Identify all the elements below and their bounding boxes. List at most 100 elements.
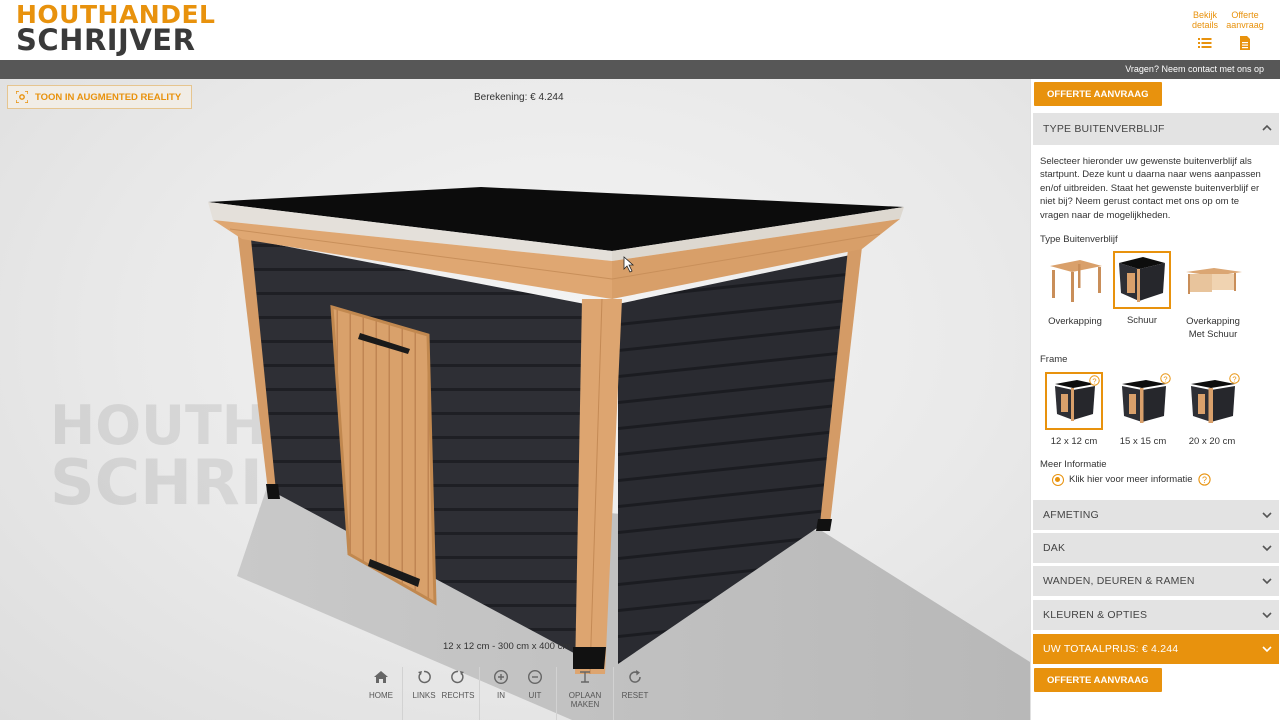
type-option-overkapping[interactable]: Overkapping [1045, 252, 1105, 328]
type-description: Selecteer hieronder uw gewenste buitenve… [1040, 156, 1261, 221]
document-icon [1240, 36, 1250, 50]
chevron-up-icon [1262, 124, 1272, 131]
configurator-viewport[interactable]: HOUTHANDEL SCHRIJVER TOON IN AUGMENTED R… [0, 79, 1030, 720]
frame-15x15-label: 15 x 15 cm [1119, 436, 1167, 447]
reset-label: RESET [621, 691, 649, 700]
overkapping-label: Overkapping [1048, 316, 1102, 327]
contact-bar: Vragen? Neem contact met ons op [0, 60, 1280, 79]
svg-text:?: ? [1202, 475, 1207, 485]
rotate-right-label: RECHTS [441, 691, 475, 700]
type-label: Type Buitenverblijf [1040, 234, 1118, 245]
chevron-down-icon [1262, 612, 1272, 619]
quote-request-label-2: aanvraag [1226, 20, 1264, 30]
save-label: OPLAAN MAKEN [569, 691, 601, 709]
footing-front [573, 647, 606, 669]
save-label-1: OPLAAN [568, 691, 602, 700]
accordion-afmeting-title: AFMETING [1043, 509, 1099, 521]
frame-15x15-help-icon[interactable]: ? [1160, 373, 1171, 384]
accordion-total-price[interactable]: UW TOTAALPRIJS: € 4.244 [1033, 634, 1279, 664]
list-icon [1198, 38, 1212, 48]
frame-12x12-help-icon[interactable]: ? [1089, 375, 1100, 386]
accordion-afmeting[interactable]: AFMETING [1033, 500, 1279, 530]
save-icon [580, 671, 590, 683]
accordion-kleuren-opties[interactable]: KLEUREN & OPTIES [1033, 600, 1279, 630]
logo[interactable]: HOUTHANDEL SCHRIJVER [16, 2, 215, 55]
site-header: HOUTHANDEL SCHRIJVER Bekijk details Offe… [0, 0, 1280, 60]
more-info-option[interactable]: Klik hier voor meer informatie ? [1052, 473, 1211, 486]
zoom-in-label: IN [497, 691, 505, 700]
chevron-down-icon [1262, 646, 1272, 653]
view-details-label-1: Bekijk [1192, 10, 1217, 20]
quote-request-button-bottom[interactable]: OFFERTE AANVRAAG [1034, 668, 1162, 692]
accordion-type-title: TYPE BUITENVERBLIJF [1043, 123, 1165, 135]
frame-20x20-thumbnail: ? [1183, 372, 1241, 430]
rotate-right-icon [451, 670, 464, 684]
quote-request-button-top[interactable]: OFFERTE AANVRAAG [1034, 82, 1162, 106]
accordion-type-buitenverblijf[interactable]: TYPE BUITENVERBLIJF [1033, 113, 1279, 145]
help-icon[interactable]: ? [1197, 473, 1211, 486]
frame-12x12-label: 12 x 12 cm [1050, 436, 1098, 447]
type-option-overkapping-met-schuur[interactable]: Overkapping Met Schuur [1183, 252, 1243, 341]
rotate-left-label: LINKS [412, 691, 436, 700]
more-info-radio[interactable] [1052, 473, 1064, 486]
zoom-in-button[interactable]: IN [484, 667, 518, 720]
frame-option-15x15[interactable]: ? 15 x 15 cm [1113, 372, 1173, 448]
frame-12x12-thumbnail: ? [1045, 372, 1103, 430]
svg-text:?: ? [1163, 374, 1167, 383]
svg-text:?: ? [1232, 374, 1236, 383]
logo-line2: SCHRIJVER [16, 23, 196, 57]
save-label-2: MAKEN [570, 700, 600, 709]
frame-option-12x12[interactable]: ? 12 x 12 cm [1044, 372, 1104, 448]
frame-label: Frame [1040, 354, 1068, 365]
overkapping-met-schuur-thumbnail [1184, 252, 1242, 310]
home-label: HOME [369, 691, 393, 700]
home-icon [374, 671, 388, 683]
ar-icon [16, 91, 28, 103]
rotate-right-button[interactable]: RECHTS [441, 667, 475, 720]
frame-20x20-help-icon[interactable]: ? [1229, 373, 1240, 384]
toolbar-group-rotate: LINKS RECHTS [402, 667, 479, 720]
total-price: UW TOTAALPRIJS: € 4.244 [1043, 643, 1179, 655]
accordion-kleuren-title: KLEUREN & OPTIES [1043, 609, 1148, 621]
accordion-dak-title: DAK [1043, 542, 1066, 554]
zoom-out-icon [527, 669, 543, 685]
overkapping-met-schuur-label: Overkapping Met Schuur [1183, 315, 1243, 341]
schuur-label: Schuur [1126, 315, 1158, 326]
toolbar-group-save: OPLAAN MAKEN [556, 667, 613, 720]
overkapping-met-schuur-label-2: Met Schuur [1188, 329, 1238, 340]
quote-request-link[interactable]: Offerte aanvraag [1225, 10, 1265, 50]
zoom-in-icon [493, 669, 509, 685]
save-button[interactable]: OPLAAN MAKEN [561, 667, 609, 720]
view-details-link[interactable]: Bekijk details [1185, 10, 1225, 50]
calculation-price: Berekening: € 4.244 [474, 92, 564, 103]
viewer-toolbar: HOME LINKS RECHTS IN UIT OPLAAN MAKEN RE… [360, 667, 656, 720]
type-option-schuur[interactable]: Schuur [1112, 251, 1172, 327]
rotate-left-button[interactable]: LINKS [407, 667, 441, 720]
reset-button[interactable]: RESET [618, 667, 652, 720]
contact-link[interactable]: Vragen? Neem contact met ons op [1125, 64, 1264, 74]
chevron-down-icon [1262, 545, 1272, 552]
quote-request-label-1: Offerte [1231, 10, 1259, 20]
zoom-out-label: UIT [528, 691, 542, 700]
accordion-wanden-title: WANDEN, DEUREN & RAMEN [1043, 575, 1195, 587]
toolbar-group-zoom: IN UIT [479, 667, 556, 720]
home-button[interactable]: HOME [364, 667, 398, 720]
more-info-link: Klik hier voor meer informatie [1069, 474, 1193, 485]
ar-button-label: TOON IN AUGMENTED REALITY [35, 91, 182, 103]
chevron-down-icon [1262, 512, 1272, 519]
more-info-label: Meer Informatie [1040, 459, 1107, 470]
toolbar-group-reset: RESET [613, 667, 656, 720]
frame-20x20-label: 20 x 20 cm [1188, 436, 1236, 447]
overkapping-met-schuur-label-1: Overkapping [1186, 316, 1240, 327]
shed-3d-model[interactable]: HOUTHANDEL SCHRIJVER [0, 79, 1030, 720]
dimensions-label: 12 x 12 cm - 300 cm x 400 cm [443, 641, 571, 652]
chevron-down-icon [1262, 578, 1272, 585]
zoom-out-button[interactable]: UIT [518, 667, 552, 720]
reset-icon [629, 670, 641, 683]
accordion-wanden-deuren-ramen[interactable]: WANDEN, DEUREN & RAMEN [1033, 566, 1279, 596]
toolbar-group-home: HOME [360, 667, 402, 720]
schuur-thumbnail [1113, 251, 1171, 309]
accordion-dak[interactable]: DAK [1033, 533, 1279, 563]
augmented-reality-button[interactable]: TOON IN AUGMENTED REALITY [7, 85, 193, 109]
frame-option-20x20[interactable]: ? 20 x 20 cm [1182, 372, 1242, 448]
